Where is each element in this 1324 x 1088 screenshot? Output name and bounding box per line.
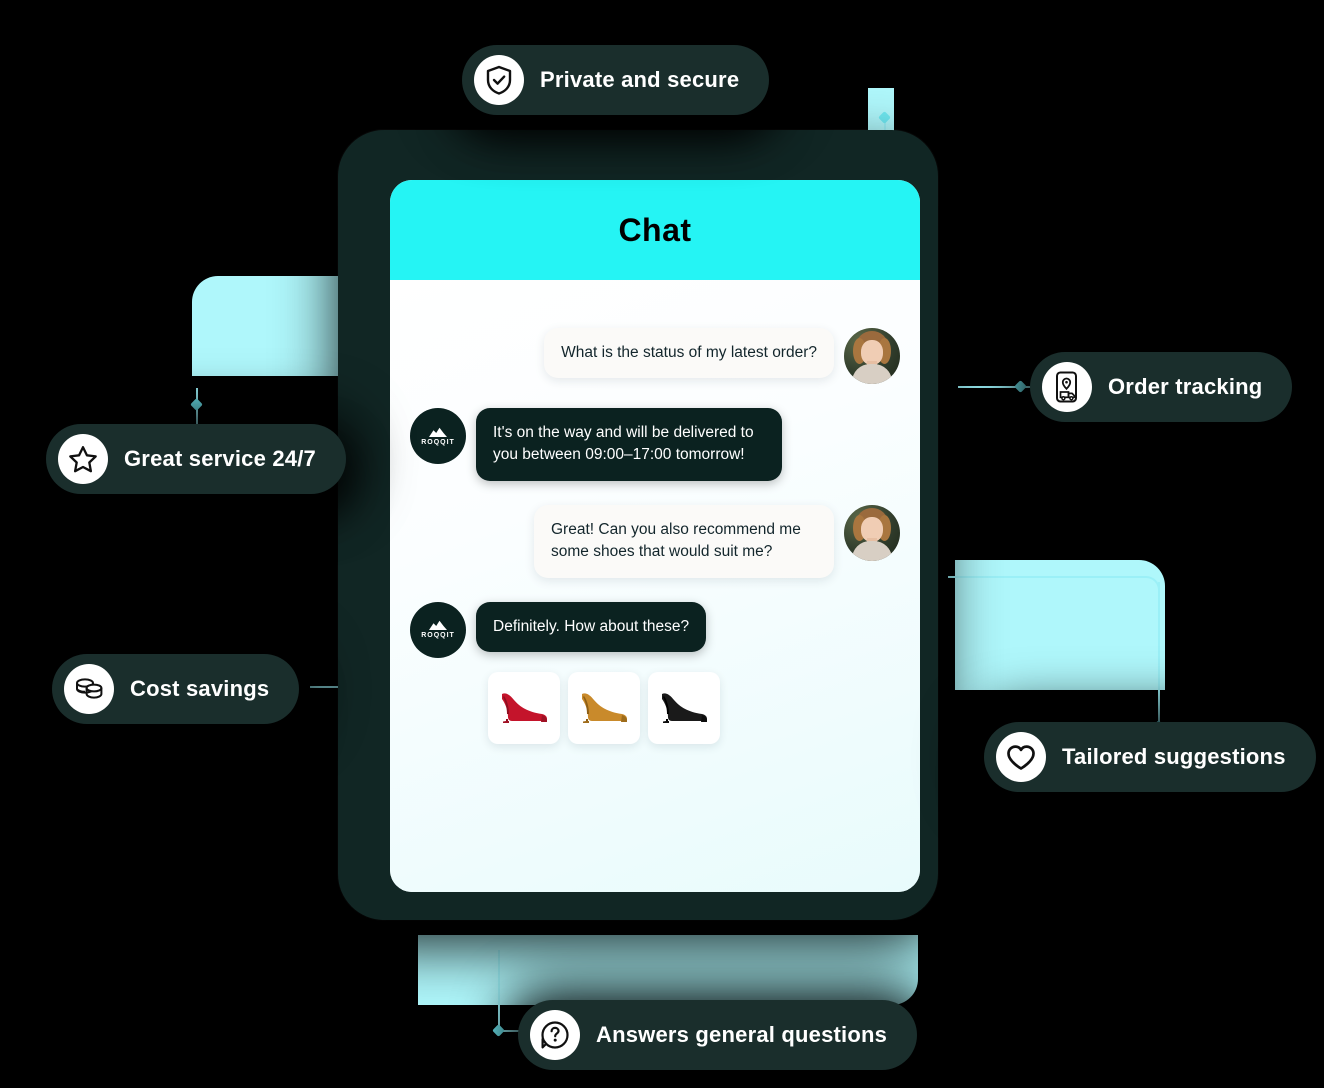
feature-badge-cost-savings[interactable]: Cost savings (52, 654, 300, 724)
product-card-red-high-heel[interactable] (488, 671, 560, 744)
question-bubble-icon (530, 1010, 580, 1060)
coins-icon (64, 664, 114, 714)
avatar-label: ROQQIT (421, 632, 455, 640)
feature-badge-private-and-secure[interactable]: Private and secure (462, 45, 770, 115)
feature-badge-label: Cost savings (130, 676, 270, 701)
connector-dot-answers (492, 1024, 505, 1037)
roqqit-mountain-icon (429, 621, 447, 631)
connector-dot-service2 (190, 398, 203, 411)
red-high-heel-icon (502, 693, 547, 723)
feature-badge-label: Order tracking (1108, 374, 1263, 399)
feature-badge-label: Great service 24/7 (124, 446, 316, 471)
connector-answers-v (498, 950, 500, 1032)
avatar-label: ROQQIT (421, 438, 455, 446)
chat-message-user: What is the status of my latest order? (410, 328, 900, 384)
phone-tracking-icon (1042, 362, 1092, 412)
feature-badge-great-service[interactable]: Great service 24/7 (46, 424, 346, 494)
product-card-tan-high-heel[interactable] (568, 671, 640, 744)
shield-check-icon (474, 55, 524, 105)
feature-badge-answers-general-questions[interactable]: Answers general questions (518, 1000, 918, 1070)
chat-message-list[interactable]: What is the status of my latest order? R… (390, 280, 920, 892)
tablet-device: Chat What is the status of my latest ord… (338, 130, 938, 920)
avatar (844, 504, 900, 561)
connector-dot-order-tracking (1014, 380, 1027, 393)
avatar: ROQQIT (410, 408, 466, 464)
infographic-stage: Chat What is the status of my latest ord… (0, 0, 1324, 1088)
avatar: ROQQIT (410, 601, 466, 658)
black-high-heel-icon (662, 693, 707, 723)
feature-badge-label: Tailored suggestions (1062, 744, 1286, 769)
tan-high-heel-icon (582, 693, 627, 723)
feature-badge-tailored-suggestions[interactable]: Tailored suggestions (984, 722, 1316, 792)
decorative-shape-bottom (418, 935, 918, 1005)
chat-header: Chat (390, 180, 920, 280)
tablet-screen: Chat What is the status of my latest ord… (390, 180, 920, 892)
feature-badge-order-tracking[interactable]: Order tracking (1030, 352, 1293, 422)
feature-badge-label: Private and secure (540, 67, 740, 92)
roqqit-mountain-icon (429, 427, 447, 437)
message-bubble: It's on the way and will be delivered to… (476, 408, 782, 481)
product-card-black-high-heel[interactable] (648, 671, 720, 744)
page-title: Chat (618, 211, 692, 248)
message-bubble: Great! Can you also recommend me some sh… (534, 504, 834, 578)
chat-message-bot: ROQQIT It's on the way and will be deliv… (410, 408, 900, 481)
customer-portrait-icon (844, 505, 900, 561)
star-icon (58, 434, 108, 484)
chat-message-bot: ROQQIT Definitely. How about these? (410, 601, 900, 658)
message-bubble: What is the status of my latest order? (544, 328, 834, 379)
product-suggestion-list (488, 671, 900, 744)
connector-tailored-corner (1108, 576, 1160, 628)
feature-badge-label: Answers general questions (596, 1022, 888, 1047)
customer-portrait-icon (844, 328, 900, 384)
chat-message-user: Great! Can you also recommend me some sh… (410, 504, 900, 578)
heart-icon (996, 732, 1046, 782)
avatar (844, 328, 900, 384)
connector-tailored-h (948, 576, 1108, 578)
message-bubble: Definitely. How about these? (476, 601, 707, 653)
